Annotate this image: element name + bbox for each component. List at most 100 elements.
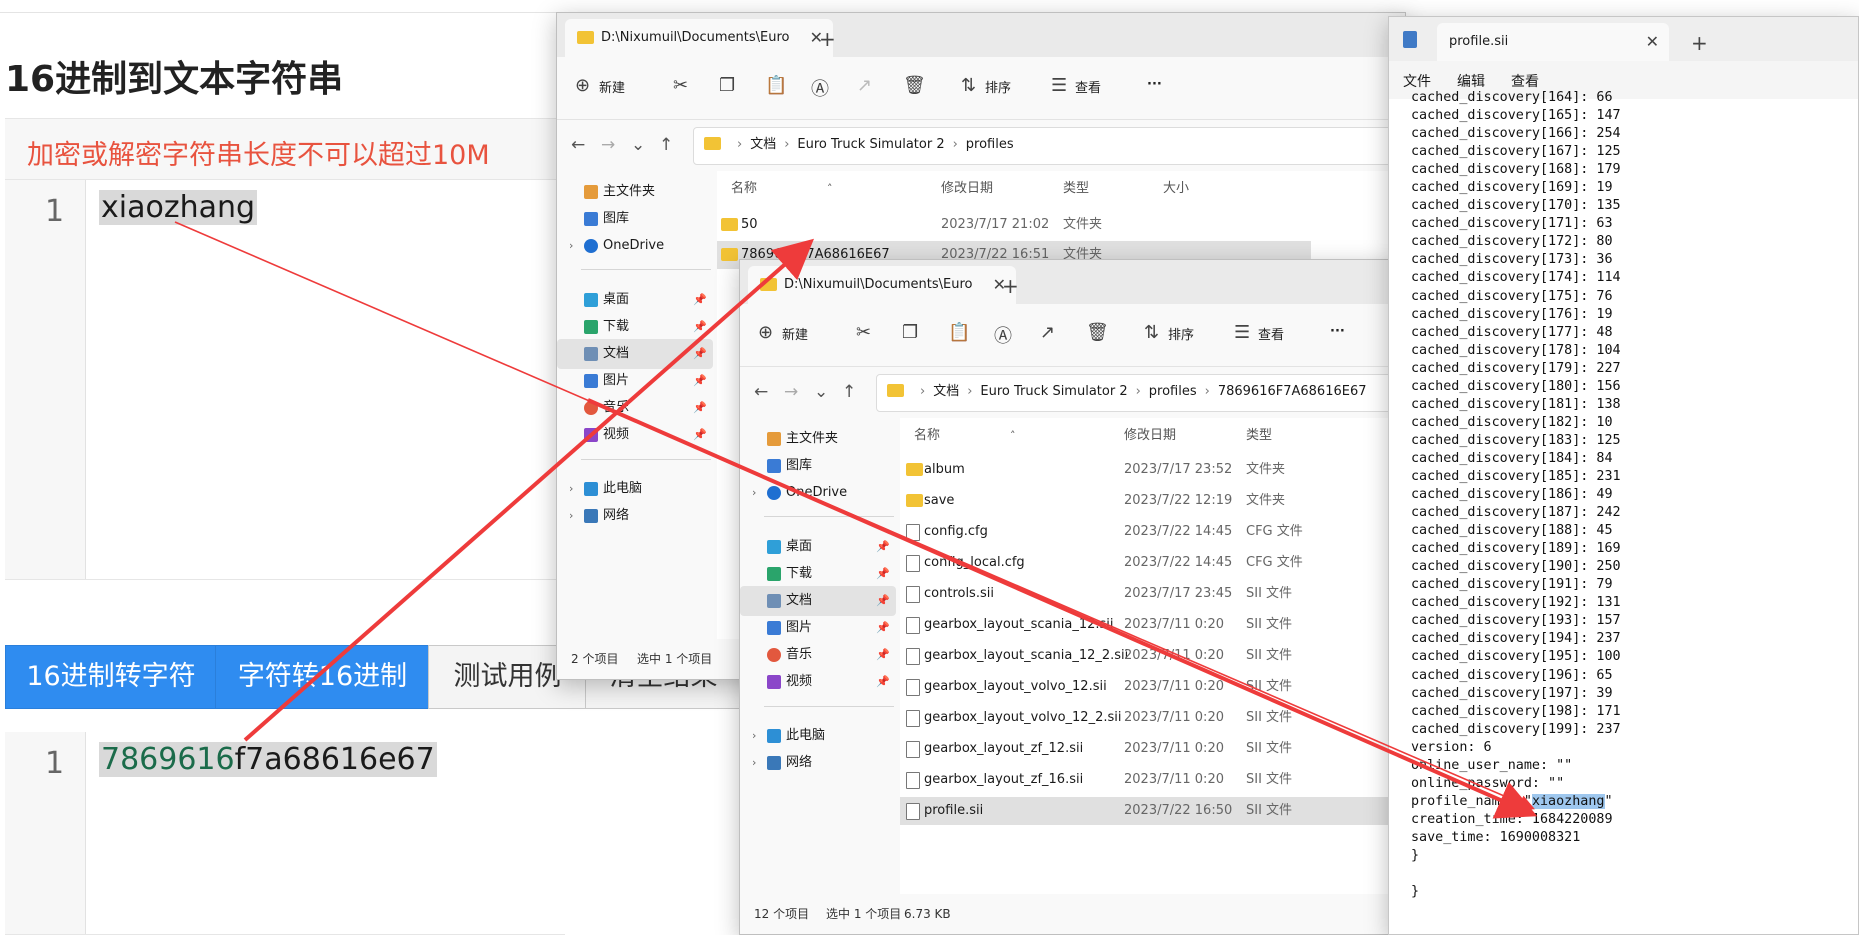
list-item[interactable]: profile.sii 2023/7/22 16:50 SII 文件: [900, 797, 1398, 825]
nav-item-music[interactable]: 音乐 📌: [740, 640, 896, 670]
more-button[interactable]: ···: [1330, 324, 1345, 339]
nav-item-home[interactable]: 主文件夹: [557, 177, 713, 207]
notepad-text-area[interactable]: cached_discovery[164]: 66 cached_discover…: [1411, 89, 1621, 901]
list-item[interactable]: config_local.cfg 2023/7/22 14:45 CFG 文件: [900, 549, 1398, 577]
nav-item-onedrive[interactable]: › OneDrive: [740, 478, 896, 508]
new-icon[interactable]: ⊕: [758, 322, 773, 343]
nav-item-downloads[interactable]: 下载 📌: [557, 312, 713, 342]
nav-item-onedrive[interactable]: › OneDrive: [557, 231, 713, 261]
view-button[interactable]: 查看: [1075, 77, 1101, 96]
nav-item-pictures[interactable]: 图片 📌: [740, 613, 896, 643]
menu-edit[interactable]: 编辑: [1457, 71, 1485, 91]
explorer1-address-bar[interactable]: › 文档 › Euro Truck Simulator 2 › profiles: [693, 127, 1405, 165]
hex-to-string-button[interactable]: 16进制转字符: [5, 645, 217, 709]
rename-icon[interactable]: Ⓐ: [994, 322, 1012, 348]
explorer2-tab[interactable]: D:\Nixumuil\Documents\Euro ✕: [748, 266, 1016, 304]
output-text[interactable]: 7869616f7a68616e67: [99, 742, 437, 777]
new-icon[interactable]: ⊕: [575, 75, 590, 96]
new-tab-icon[interactable]: +: [1691, 31, 1708, 55]
string-to-hex-button[interactable]: 字符转16进制: [215, 645, 430, 709]
nav-item-home[interactable]: 主文件夹: [740, 424, 896, 454]
chevron-right-icon[interactable]: ›: [752, 748, 756, 778]
back-icon[interactable]: ←: [571, 135, 585, 155]
menu-file[interactable]: 文件: [1403, 71, 1431, 91]
nav-item-gallery[interactable]: 图库: [740, 451, 896, 481]
list-item[interactable]: gearbox_layout_zf_16.sii 2023/7/11 0:20 SI…: [900, 766, 1398, 794]
list-item[interactable]: gearbox_layout_zf_12.sii 2023/7/11 0:20 SI…: [900, 735, 1398, 763]
nav-item-this-pc[interactable]: › 此电脑: [740, 721, 896, 751]
view-icon[interactable]: ☰: [1234, 322, 1250, 343]
cut-icon[interactable]: ✂: [673, 75, 688, 96]
rename-icon[interactable]: Ⓐ: [811, 75, 829, 101]
explorer2-address-bar[interactable]: › 文档 › Euro Truck Simulator 2 › profiles › 7869…: [876, 374, 1398, 412]
column-date[interactable]: 修改日期: [1124, 418, 1176, 454]
breadcrumb-item[interactable]: profiles: [1149, 384, 1197, 399]
list-item[interactable]: album 2023/7/17 23:52 文件夹: [900, 456, 1398, 484]
copy-icon[interactable]: ❐: [902, 322, 918, 343]
back-icon[interactable]: ←: [754, 382, 768, 402]
sort-icon[interactable]: ⇅: [961, 75, 976, 96]
delete-icon[interactable]: 🗑: [1086, 322, 1109, 343]
up-icon[interactable]: ↑: [659, 135, 673, 155]
column-name[interactable]: 名称: [914, 418, 940, 454]
view-button[interactable]: 查看: [1258, 324, 1284, 343]
nav-item-videos[interactable]: 视频 📌: [557, 420, 713, 450]
list-item[interactable]: gearbox_layout_scania_12_2.sii 2023/7/11 …: [900, 642, 1398, 670]
cut-icon[interactable]: ✂: [856, 322, 871, 343]
new-tab-icon[interactable]: +: [1002, 274, 1019, 298]
column-size[interactable]: 大小: [1163, 171, 1189, 207]
share-icon[interactable]: ↗: [1040, 322, 1055, 343]
breadcrumb-item[interactable]: profiles: [966, 137, 1014, 152]
nav-item-desktop[interactable]: 桌面 📌: [557, 285, 713, 315]
up-icon[interactable]: ↑: [842, 382, 856, 402]
more-button[interactable]: ···: [1147, 77, 1162, 92]
new-button[interactable]: 新建: [782, 324, 808, 343]
breadcrumb-item[interactable]: 7869616F7A68616E67: [1218, 384, 1367, 399]
column-type[interactable]: 类型: [1063, 171, 1089, 207]
chevron-right-icon[interactable]: ›: [569, 474, 573, 504]
list-item[interactable]: gearbox_layout_volvo_12.sii 2023/7/11 0:2…: [900, 673, 1398, 701]
sort-icon[interactable]: ⇅: [1144, 322, 1159, 343]
paste-icon[interactable]: 📋: [765, 75, 787, 96]
input-editor[interactable]: 1 xiaozhang: [5, 180, 565, 580]
list-item[interactable]: save 2023/7/22 12:19 文件夹: [900, 487, 1398, 515]
sort-button[interactable]: 排序: [985, 77, 1011, 96]
new-button[interactable]: 新建: [599, 77, 625, 96]
view-icon[interactable]: ☰: [1051, 75, 1067, 96]
delete-icon[interactable]: 🗑: [903, 75, 926, 96]
column-type[interactable]: 类型: [1246, 418, 1272, 454]
list-item[interactable]: controls.sii 2023/7/17 23:45 SII 文件: [900, 580, 1398, 608]
forward-icon[interactable]: →: [784, 382, 798, 402]
chevron-right-icon[interactable]: ›: [752, 478, 756, 508]
new-tab-icon[interactable]: +: [819, 27, 836, 51]
chevron-right-icon[interactable]: ›: [569, 231, 573, 261]
input-text[interactable]: xiaozhang: [99, 190, 258, 225]
recent-dropdown-icon[interactable]: ⌄: [814, 382, 828, 402]
nav-item-documents[interactable]: 文档 📌: [557, 339, 713, 369]
nav-item-desktop[interactable]: 桌面 📌: [740, 532, 896, 562]
list-item[interactable]: config.cfg 2023/7/22 14:45 CFG 文件: [900, 518, 1398, 546]
nav-item-gallery[interactable]: 图库: [557, 204, 713, 234]
forward-icon[interactable]: →: [601, 135, 615, 155]
output-editor[interactable]: 1 7869616f7a68616e67: [5, 732, 565, 935]
nav-item-videos[interactable]: 视频 📌: [740, 667, 896, 697]
paste-icon[interactable]: 📋: [948, 322, 970, 343]
nav-item-network[interactable]: › 网络: [740, 748, 896, 778]
breadcrumb-item[interactable]: 文档: [933, 384, 959, 399]
menu-view[interactable]: 查看: [1511, 71, 1539, 91]
list-item[interactable]: 50 2023/7/17 21:02 文件夹: [717, 211, 1405, 239]
column-date[interactable]: 修改日期: [941, 171, 993, 207]
list-item[interactable]: gearbox_layout_volvo_12_2.sii 2023/7/11 0…: [900, 704, 1398, 732]
nav-item-music[interactable]: 音乐 📌: [557, 393, 713, 423]
notepad-tab[interactable]: profile.sii ✕: [1437, 23, 1669, 61]
list-item[interactable]: gearbox_layout_scania_12.sii 2023/7/11 0:…: [900, 611, 1398, 639]
sort-button[interactable]: 排序: [1168, 324, 1194, 343]
close-icon[interactable]: ✕: [1634, 23, 1659, 61]
copy-icon[interactable]: ❐: [719, 75, 735, 96]
nav-item-documents[interactable]: 文档 📌: [740, 586, 896, 616]
chevron-right-icon[interactable]: ›: [569, 501, 573, 531]
share-icon[interactable]: ↗: [857, 75, 872, 96]
breadcrumb-item[interactable]: Euro Truck Simulator 2: [980, 384, 1127, 399]
explorer1-tab[interactable]: D:\Nixumuil\Documents\Euro ✕: [565, 19, 833, 57]
nav-item-network[interactable]: › 网络: [557, 501, 713, 531]
